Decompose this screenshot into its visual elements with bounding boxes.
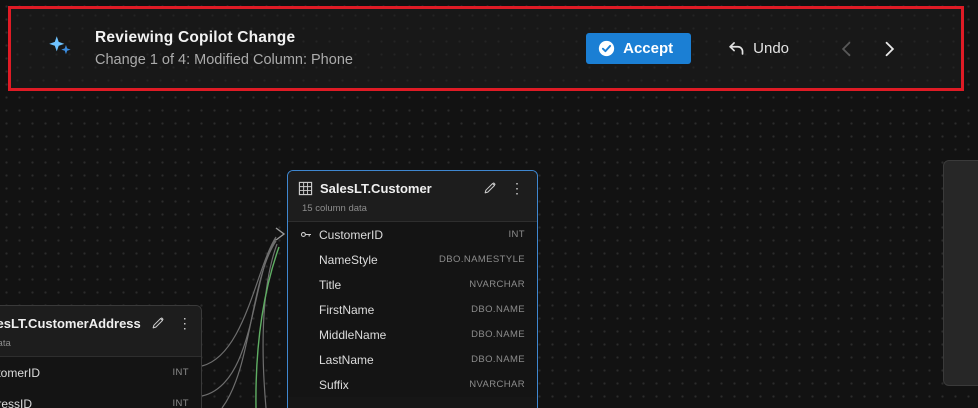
column-row[interactable]: CustomerID INT xyxy=(0,357,201,388)
column-row[interactable]: Title NVARCHAR xyxy=(288,272,537,297)
more-options-icon[interactable]: ⋮ xyxy=(507,180,527,196)
accept-check-icon xyxy=(598,40,615,57)
edit-table-button[interactable] xyxy=(148,315,168,331)
banner-text: Reviewing Copilot Change Change 1 of 4: … xyxy=(95,29,586,68)
column-type: NVARCHAR xyxy=(469,279,525,290)
table-title: SalesLT.CustomerAddress xyxy=(0,316,141,331)
banner-subtitle: Change 1 of 4: Modified Column: Phone xyxy=(95,52,586,68)
diagram-viewport: Reviewing Copilot Change Change 1 of 4: … xyxy=(0,0,978,408)
undo-button[interactable]: Undo xyxy=(721,39,795,59)
table-icon xyxy=(298,181,313,196)
column-count-label: column data xyxy=(0,338,201,357)
copilot-sparkle-icon xyxy=(47,33,73,64)
table-node-header[interactable]: SalesLT.Customer ⋮ xyxy=(288,171,537,203)
column-type: INT xyxy=(508,229,525,240)
copilot-review-banner: Reviewing Copilot Change Change 1 of 4: … xyxy=(8,6,964,91)
column-name: CustomerID xyxy=(319,228,383,242)
banner-title: Reviewing Copilot Change xyxy=(95,29,586,47)
table-node-header[interactable]: SalesLT.CustomerAddress ⋮ xyxy=(0,306,201,338)
column-type: INT xyxy=(172,398,189,408)
column-type: DBO.NAME xyxy=(471,304,525,315)
column-row[interactable]: MiddleName DBO.NAME xyxy=(288,322,537,347)
undo-icon xyxy=(727,40,745,58)
column-name: Suffix xyxy=(319,378,349,392)
primary-key-icon xyxy=(300,228,319,241)
column-type: NVARCHAR xyxy=(469,379,525,390)
accept-button[interactable]: Accept xyxy=(586,33,691,64)
column-row[interactable]: FirstName DBO.NAME xyxy=(288,297,537,322)
column-name: NameStyle xyxy=(319,253,378,267)
accept-label: Accept xyxy=(623,40,673,57)
column-row[interactable]: NameStyle DBO.NAMESTYLE xyxy=(288,247,537,272)
column-name: AddressID xyxy=(0,397,32,408)
column-name: CustomerID xyxy=(0,366,40,380)
column-row[interactable]: CustomerID INT xyxy=(288,222,537,247)
column-row[interactable]: LastName DBO.NAME xyxy=(288,347,537,372)
column-list: CustomerID INT NameStyle DBO.NAMESTYLE Title… xyxy=(288,222,537,397)
column-name: MiddleName xyxy=(319,328,386,342)
column-type: DBO.NAME xyxy=(471,354,525,365)
column-row[interactable]: AddressID INT xyxy=(0,388,201,408)
column-list: CustomerID INT AddressID INT xyxy=(0,357,201,408)
column-name: FirstName xyxy=(319,303,374,317)
next-change-button[interactable] xyxy=(881,39,899,59)
column-name: LastName xyxy=(319,353,374,367)
column-name: Title xyxy=(319,278,341,292)
edit-table-button[interactable] xyxy=(480,180,500,196)
table-node-partial-right[interactable] xyxy=(943,160,978,386)
more-options-icon[interactable]: ⋮ xyxy=(175,315,195,331)
column-count-label: 15 column data xyxy=(288,203,537,222)
column-type: DBO.NAME xyxy=(471,329,525,340)
undo-label: Undo xyxy=(753,40,789,57)
table-title: SalesLT.Customer xyxy=(320,181,473,196)
change-navigation xyxy=(837,39,899,59)
table-node-customer-address[interactable]: SalesLT.CustomerAddress ⋮ column data Cu… xyxy=(0,305,202,408)
column-type: INT xyxy=(172,367,189,378)
table-node-customer[interactable]: SalesLT.Customer ⋮ 15 column data Custom… xyxy=(287,170,538,408)
column-type: DBO.NAMESTYLE xyxy=(439,254,525,265)
previous-change-button[interactable] xyxy=(837,39,855,59)
column-row[interactable]: Suffix NVARCHAR xyxy=(288,372,537,397)
